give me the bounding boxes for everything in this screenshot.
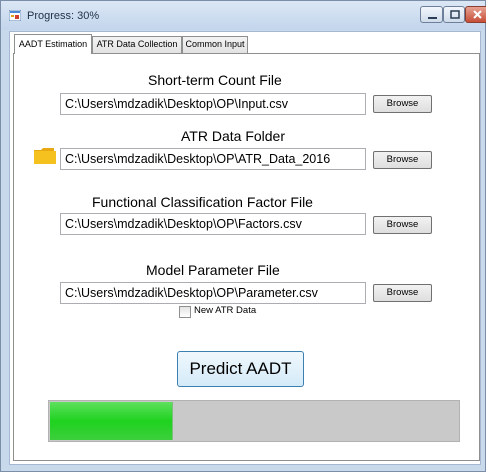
title-bar[interactable]: Progress: 30%: [1, 1, 486, 30]
factor-file-label: Functional Classification Factor File: [92, 194, 313, 210]
atr-data-folder-label: ATR Data Folder: [181, 128, 285, 144]
model-parameter-browse-button[interactable]: Browse: [373, 284, 432, 302]
tab-common-input[interactable]: Common Input: [182, 36, 248, 53]
model-parameter-path-input[interactable]: C:\Users\mdzadik\Desktop\OP\Parameter.cs…: [60, 282, 366, 304]
atr-folder-browse-button[interactable]: Browse: [373, 151, 432, 169]
progress-bar-fill: [50, 402, 173, 440]
factor-file-browse-button[interactable]: Browse: [373, 216, 432, 234]
maximize-icon: [450, 10, 460, 19]
short-term-count-label: Short-term Count File: [148, 72, 282, 88]
atr-data-folder-path-input[interactable]: C:\Users\mdzadik\Desktop\OP\ATR_Data_201…: [60, 148, 366, 170]
predict-aadt-button[interactable]: Predict AADT: [177, 351, 304, 387]
app-icon: [9, 10, 21, 21]
maximize-button[interactable]: [443, 6, 465, 23]
window-title: Progress: 30%: [27, 10, 100, 22]
tab-aadt-estimation[interactable]: AADT Estimation: [14, 34, 92, 54]
tab-atr-data-collection[interactable]: ATR Data Collection: [92, 36, 182, 53]
folder-icon: [34, 148, 56, 164]
progress-bar: [48, 400, 460, 442]
new-atr-data-label[interactable]: New ATR Data: [194, 305, 256, 316]
factor-file-path-input[interactable]: C:\Users\mdzadik\Desktop\OP\Factors.csv: [60, 213, 366, 235]
new-atr-data-checkbox[interactable]: [179, 306, 191, 318]
minimize-icon: [428, 17, 437, 19]
close-icon: [473, 10, 482, 19]
close-button[interactable]: [465, 6, 486, 23]
short-term-browse-button[interactable]: Browse: [373, 95, 432, 113]
model-parameter-label: Model Parameter File: [146, 262, 280, 278]
minimize-button[interactable]: [420, 6, 443, 23]
short-term-count-path-input[interactable]: C:\Users\mdzadik\Desktop\OP\Input.csv: [60, 93, 366, 115]
